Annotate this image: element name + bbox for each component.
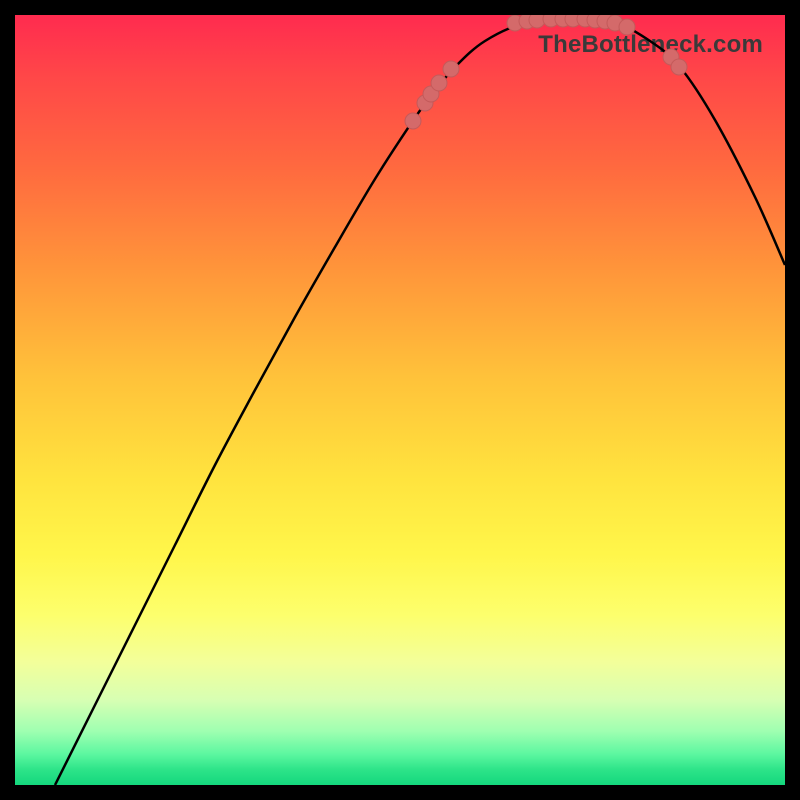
data-marker [619, 19, 635, 35]
data-markers [405, 15, 687, 129]
data-marker [431, 75, 447, 91]
data-marker [529, 15, 545, 28]
bottleneck-curve [55, 19, 785, 785]
data-marker [671, 59, 687, 75]
chart-svg [15, 15, 785, 785]
data-marker [405, 113, 421, 129]
plot-area: TheBottleneck.com [15, 15, 785, 785]
data-marker [443, 61, 459, 77]
chart-frame: TheBottleneck.com [0, 0, 800, 800]
